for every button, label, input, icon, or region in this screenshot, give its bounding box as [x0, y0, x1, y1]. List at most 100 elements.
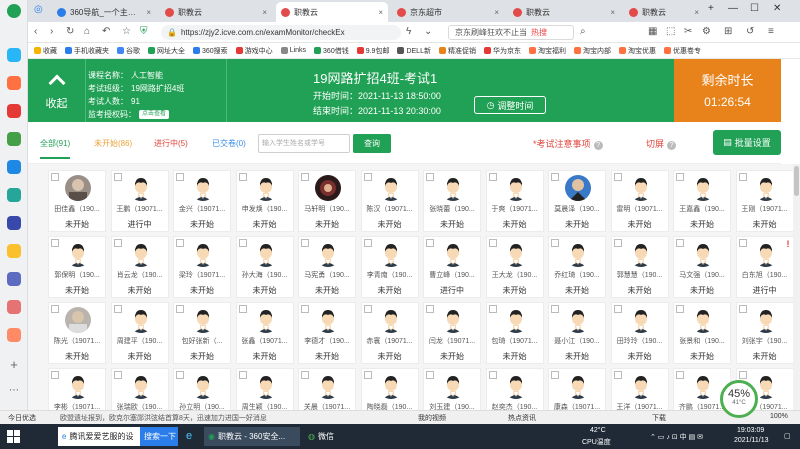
bookmark-item[interactable]: 优惠卷专	[663, 46, 701, 56]
sidebar-app-9-icon[interactable]	[7, 272, 21, 286]
student-card[interactable]: 康森（19071...	[548, 368, 606, 410]
browser-tab-5[interactable]: 职教云 ×	[508, 2, 620, 22]
student-card[interactable]: 肖云龙（190... 未开始	[110, 236, 169, 298]
bookmark-item[interactable]: 淘宝福利	[528, 46, 566, 56]
student-checkbox[interactable]	[551, 173, 559, 181]
student-checkbox[interactable]	[613, 173, 622, 181]
student-card[interactable]: 曹立峰（190... 进行中	[423, 236, 481, 298]
tab-not-started[interactable]: 未开始(86)	[94, 138, 132, 149]
student-checkbox[interactable]	[238, 305, 247, 313]
shield-icon[interactable]: ⛨	[140, 26, 148, 37]
student-checkbox[interactable]	[738, 239, 747, 247]
student-card[interactable]: 于爽（19071... 未开始	[485, 170, 544, 232]
student-card[interactable]: 李德才（190... 未开始	[298, 302, 356, 364]
student-card[interactable]: 马宪勇（190... 未开始	[298, 236, 356, 298]
extension-icon-1[interactable]: ▦	[648, 26, 657, 37]
student-checkbox[interactable]	[738, 173, 747, 181]
student-card[interactable]: 马文强（190... 未开始	[673, 236, 731, 298]
student-checkbox[interactable]	[551, 305, 559, 313]
student-checkbox[interactable]	[238, 173, 247, 181]
student-card[interactable]: 陈光（19071... 未开始	[48, 302, 106, 364]
home-icon[interactable]: ⌂	[84, 26, 90, 37]
student-checkbox[interactable]	[113, 305, 122, 313]
student-checkbox[interactable]	[301, 305, 309, 313]
student-card[interactable]: 雷明（19071... 未开始	[610, 170, 669, 232]
student-card[interactable]: 马轩明（190... 未开始	[298, 170, 356, 232]
bookmark-item[interactable]: 360搜索	[193, 46, 228, 56]
notification-icon[interactable]: ▢	[784, 432, 791, 440]
student-checkbox[interactable]	[676, 305, 684, 313]
taskbar-search-button[interactable]: 搜索一下	[140, 427, 178, 446]
student-checkbox[interactable]	[301, 239, 309, 247]
extension-icon-6[interactable]: ↺	[746, 26, 754, 37]
browser-search-input[interactable]: 京东刷峰狂欢不止当 热搜	[448, 25, 574, 40]
bookmark-item[interactable]: 游戏中心	[235, 46, 273, 56]
browser-tab-1[interactable]: 360导航_一个主页，整个世界×	[52, 2, 156, 22]
student-checkbox[interactable]	[738, 371, 747, 379]
sidebar-app-7-icon[interactable]	[7, 216, 21, 230]
student-card[interactable]: 乔红琦（190... 未开始	[548, 236, 606, 298]
student-checkbox[interactable]	[363, 239, 372, 247]
exam-notice-link[interactable]: *考试注意事项?	[533, 137, 603, 150]
windows-start-icon[interactable]	[7, 430, 20, 443]
student-checkbox[interactable]	[426, 371, 434, 379]
batch-settings-button[interactable]: ▤ 批量设置	[713, 130, 781, 155]
sidebar-app-2-icon[interactable]	[7, 76, 21, 90]
menu-icon[interactable]: ≡	[768, 26, 774, 37]
student-checkbox[interactable]	[113, 371, 122, 379]
student-card[interactable]: 陶晓磊（190...	[360, 368, 419, 410]
browser-tab-2[interactable]: 职教云 ×	[160, 2, 272, 22]
bookmark-item[interactable]: 淘宝内部	[573, 46, 611, 56]
student-checkbox[interactable]	[426, 173, 434, 181]
student-checkbox[interactable]	[613, 239, 622, 247]
taskbar-wechat-item[interactable]: ◍ 微信	[304, 427, 360, 446]
student-checkbox[interactable]	[176, 239, 184, 247]
switch-screen-link[interactable]: 切屏?	[646, 137, 677, 150]
tab-in-progress[interactable]: 进行中(5)	[154, 138, 188, 149]
student-checkbox[interactable]	[488, 305, 497, 313]
browser-tab-6[interactable]: 职教云 ×	[624, 2, 704, 22]
collapse-button[interactable]: 收起	[28, 59, 86, 122]
student-checkbox[interactable]	[301, 173, 309, 181]
bookmark-item[interactable]: 淘宝优惠	[618, 46, 656, 56]
extension-icon-5[interactable]: ⊞	[724, 26, 732, 37]
student-card[interactable]: 李彬（19071...	[48, 368, 106, 410]
student-checkbox[interactable]	[363, 173, 372, 181]
student-card[interactable]: 王洋（19071...	[610, 368, 669, 410]
view-code-button[interactable]: 点击查看	[139, 110, 170, 119]
extension-icon-2[interactable]: ⬚	[666, 26, 675, 37]
bookmark-item[interactable]: 网址大全	[148, 46, 185, 56]
dropdown-icon[interactable]: ⌄	[424, 26, 432, 37]
student-card[interactable]: 莫晨泽（190... 未开始	[548, 170, 606, 232]
student-checkbox[interactable]	[488, 239, 497, 247]
student-card[interactable]: 金兴（19071... 未开始	[173, 170, 231, 232]
student-card[interactable]: 张景和（190... 未开始	[673, 302, 731, 364]
student-card[interactable]: 关晨（19071...	[298, 368, 356, 410]
extension-icon-3[interactable]: ✂	[684, 26, 692, 37]
bookmark-item[interactable]: 360借钱	[314, 46, 349, 56]
browser-tab-4[interactable]: 京东超市 ×	[392, 2, 504, 22]
bookmark-item[interactable]: 谷歌	[117, 46, 140, 56]
sidebar-app-10-icon[interactable]	[7, 300, 21, 314]
sidebar-app-11-icon[interactable]	[7, 328, 21, 342]
minimize-icon[interactable]: —	[728, 3, 738, 14]
sidebar-app-3-icon[interactable]	[7, 104, 21, 118]
extension-icon-4[interactable]: ⚙	[702, 26, 711, 37]
student-checkbox[interactable]	[426, 239, 434, 247]
new-tab-icon[interactable]: +	[708, 3, 714, 14]
star-icon[interactable]: ☆	[122, 26, 131, 37]
student-checkbox[interactable]	[613, 371, 622, 379]
student-checkbox[interactable]	[613, 305, 622, 313]
scrollbar-thumb[interactable]	[794, 166, 799, 196]
student-checkbox[interactable]	[113, 173, 122, 181]
student-card[interactable]: 刘玉建（190...	[423, 368, 481, 410]
tab-close-icon[interactable]: ×	[262, 8, 267, 17]
student-card[interactable]: 孙大海（190... 未开始	[235, 236, 294, 298]
student-checkbox[interactable]	[426, 305, 434, 313]
student-checkbox[interactable]	[301, 371, 309, 379]
student-card[interactable]: 周建平（190... 未开始	[110, 302, 169, 364]
maximize-icon[interactable]: ☐	[750, 3, 759, 14]
student-checkbox[interactable]	[51, 173, 59, 181]
student-checkbox[interactable]	[238, 371, 247, 379]
student-search-input[interactable]: 输入学生姓名或学号	[258, 134, 350, 153]
